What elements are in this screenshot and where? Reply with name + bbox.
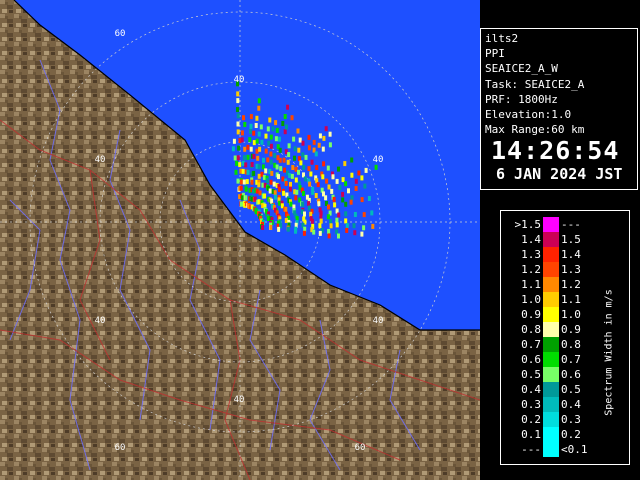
legend-upper-label: 0.5 (561, 383, 581, 396)
range-label: 40 (234, 395, 245, 405)
elevation-value: Elevation:1.0 (485, 108, 572, 122)
legend-upper-label: 0.4 (561, 398, 581, 411)
legend-upper-label: 1.0 (561, 308, 581, 321)
color-legend: Spectrum Width in m/s >1.5 --- 1.4 1.5 1.3 1.… (500, 210, 630, 465)
legend-row: 0.9 1.0 (501, 307, 611, 322)
legend-swatch (543, 322, 559, 337)
legend-row: 0.3 0.4 (501, 397, 611, 412)
legend-swatch (543, 367, 559, 382)
max-range-value: Max Range:60 km (485, 123, 585, 137)
legend-upper-label: 1.3 (561, 263, 581, 276)
legend-row: 0.5 0.6 (501, 367, 611, 382)
range-label: 60 (355, 443, 366, 453)
legend-swatch (543, 397, 559, 412)
legend-lower-label: 0.6 (521, 353, 541, 366)
legend-lower-label: >1.5 (514, 218, 542, 231)
product-type: PPI (485, 47, 505, 61)
legend-lower-label: 0.5 (521, 368, 541, 381)
legend-row: >1.5 --- (501, 217, 611, 232)
legend-row: 0.4 0.5 (501, 382, 611, 397)
range-label: 60 (115, 443, 126, 453)
legend-swatch (543, 382, 559, 397)
range-label: 60 (115, 29, 126, 39)
legend-lower-label: 0.3 (521, 398, 541, 411)
observation-time: 14:26:54 (491, 136, 620, 166)
prf-value: PRF: 1800Hz (485, 92, 558, 106)
site-name: ilts2 (485, 32, 519, 45)
legend-lower-label: 1.0 (521, 293, 541, 306)
legend-upper-label: 1.4 (561, 248, 581, 261)
legend-upper-label: 0.6 (561, 368, 581, 381)
radar-ppi-map[interactable]: 60 40 40 40 40 40 40 60 60 (0, 0, 480, 480)
legend-upper-label: 1.5 (561, 233, 581, 246)
legend-row: 1.4 1.5 (501, 232, 611, 247)
legend-swatch (543, 262, 559, 277)
range-label: 40 (95, 155, 106, 165)
legend-row: 0.1 0.2 (501, 427, 611, 442)
legend-swatch (543, 427, 559, 442)
legend-upper-label: 1.1 (561, 293, 581, 306)
legend-lower-label: 0.9 (521, 308, 541, 321)
legend-lower-label: 1.3 (521, 248, 541, 261)
legend-swatch (543, 412, 559, 427)
legend-row: 0.7 0.8 (501, 337, 611, 352)
legend-lower-label: 0.4 (521, 383, 541, 396)
legend-row: 1.3 1.4 (501, 247, 611, 262)
legend-upper-label: 0.2 (561, 428, 581, 441)
legend-swatch (543, 292, 559, 307)
legend-swatch (543, 247, 559, 262)
legend-swatch (543, 217, 559, 232)
range-label: 40 (373, 316, 384, 326)
task-name: Task: SEAICE2_A (485, 77, 585, 91)
legend-row: 1.2 1.3 (501, 262, 611, 277)
legend-upper-label: 0.3 (561, 413, 581, 426)
legend-row: 0.6 0.7 (501, 352, 611, 367)
legend-upper-label: 0.7 (561, 353, 581, 366)
scan-name: SEAICE2_A_W (485, 62, 558, 76)
range-label: 40 (95, 316, 106, 326)
info-box: ilts2 PPI SEAICE2_A_W Task: SEAICE2_A PR… (480, 28, 638, 190)
legend-row: 1.1 1.2 (501, 277, 611, 292)
legend-upper-label: <0.1 (561, 443, 588, 456)
range-label: 40 (234, 75, 245, 85)
legend-lower-label: 0.1 (521, 428, 541, 441)
legend-row: 0.8 0.9 (501, 322, 611, 337)
legend-lower-label: 0.7 (521, 338, 541, 351)
legend-swatch (543, 277, 559, 292)
legend-lower-label: 0.2 (521, 413, 541, 426)
legend-swatch (543, 337, 559, 352)
legend-lower-label: --- (521, 443, 541, 456)
range-label: 40 (373, 155, 384, 165)
legend-lower-label: 1.4 (521, 233, 541, 246)
side-panel: ilts2 PPI SEAICE2_A_W Task: SEAICE2_A PR… (480, 0, 640, 480)
legend-swatch (543, 352, 559, 367)
legend-upper-label: 1.2 (561, 278, 581, 291)
legend-lower-label: 1.2 (521, 263, 541, 276)
legend-swatch (543, 232, 559, 247)
legend-row: --- <0.1 (501, 442, 611, 457)
legend-swatch (543, 307, 559, 322)
legend-upper-label: --- (561, 218, 581, 231)
legend-swatch (543, 442, 559, 457)
observation-date: 6 JAN 2024 JST (496, 165, 623, 184)
legend-row: 0.2 0.3 (501, 412, 611, 427)
legend-upper-label: 0.8 (561, 338, 581, 351)
legend-upper-label: 0.9 (561, 323, 581, 336)
legend-lower-label: 0.8 (521, 323, 541, 336)
legend-row: 1.0 1.1 (501, 292, 611, 307)
legend-lower-label: 1.1 (521, 278, 541, 291)
